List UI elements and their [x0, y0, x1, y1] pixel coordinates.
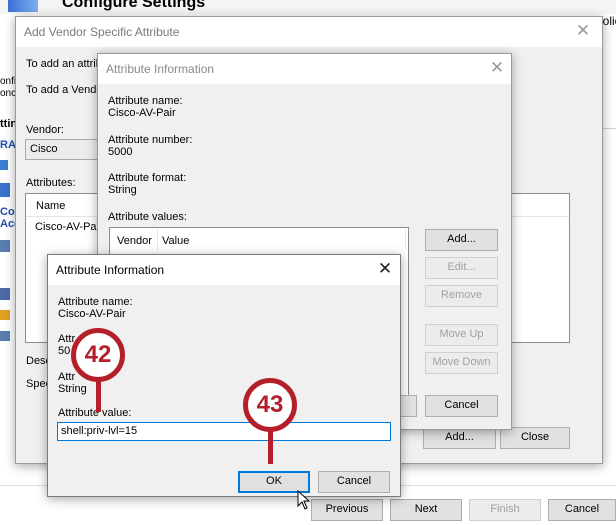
mouse-cursor-icon [297, 490, 311, 510]
attr-front-cancel-button[interactable]: Cancel [318, 471, 390, 493]
add-vsa-titlebar: Add Vendor Specific Attribute ✕ [16, 17, 602, 47]
vsa-instruction-2: To add a Vendo [26, 84, 103, 96]
next-button[interactable]: Next [390, 499, 462, 521]
attribute-value-input[interactable]: shell:priv-lvl=15 [57, 422, 391, 441]
wizard-left-icon-3 [0, 240, 10, 252]
attributes-row-name[interactable]: Cisco-AV-Pair [35, 221, 103, 233]
wizard-title: Configure Settings [62, 0, 206, 11]
finish-button: Finish [469, 499, 541, 521]
attr-front-name-label: Attribute name: [58, 296, 133, 308]
attr-back-moveup-button: Move Up [425, 324, 498, 346]
attr-back-close-icon[interactable]: ✕ [486, 57, 508, 79]
attr-back-name-label: Attribute name: [108, 95, 183, 107]
add-vsa-title: Add Vendor Specific Attribute [24, 25, 180, 39]
wizard-left-icon-5 [0, 310, 10, 320]
previous-button[interactable]: Previous [311, 499, 383, 521]
attr-back-format-value: String [108, 184, 137, 196]
vsa-instruction-1: To add an attrib [26, 58, 102, 70]
attr-front-value-label: Attribute value: [58, 407, 132, 419]
attr-front-titlebar: Attribute Information ✕ [48, 255, 400, 285]
callout-42: 42 [71, 328, 125, 382]
attr-back-edit-button: Edit... [425, 257, 498, 279]
callout-43-pointer [268, 430, 273, 464]
attr-back-movedown-button: Move Down [425, 352, 498, 374]
attr-back-ok-button-edge[interactable] [401, 395, 417, 417]
callout-43: 43 [243, 378, 297, 432]
attr-back-number-label: Attribute number: [108, 134, 193, 146]
attr-back-col-value: Value [162, 235, 190, 247]
vsa-add-button[interactable]: Add... [423, 427, 496, 449]
wizard-left-icon-4 [0, 288, 10, 300]
wizard-left-icon-6 [0, 331, 10, 341]
attr-back-cancel-button[interactable]: Cancel [425, 395, 498, 417]
attr-back-col-divider-2 [405, 230, 406, 250]
attributes-label: Attributes: [26, 177, 76, 189]
wizard-left-icon-2 [0, 183, 10, 197]
attr-front-close-icon[interactable]: ✕ [374, 258, 396, 280]
attr-front-title: Attribute Information [56, 263, 165, 277]
attr-back-add-button[interactable]: Add... [425, 229, 498, 251]
attr-back-col-divider [157, 230, 158, 250]
attr-back-title: Attribute Information [106, 62, 215, 76]
attr-front-name-value: Cisco-AV-Pair [58, 308, 126, 320]
attr-back-format-label: Attribute format: [108, 172, 187, 184]
attr-back-col-vendor: Vendor [117, 235, 152, 247]
attr-back-remove-button: Remove [425, 285, 498, 307]
callout-42-pointer [96, 380, 101, 412]
wizard-logo-icon [8, 0, 38, 12]
attr-back-number-value: 5000 [108, 146, 133, 158]
wizard-left-icon-1 [0, 160, 8, 170]
attr-back-titlebar: Attribute Information ✕ [98, 54, 511, 84]
attr-front-number-value: 50 [58, 345, 71, 357]
vendor-label: Vendor: [26, 124, 64, 136]
attr-back-values-label: Attribute values: [108, 211, 187, 223]
add-vsa-close-icon[interactable]: ✕ [572, 20, 594, 42]
wizard-cancel-button[interactable]: Cancel [548, 499, 616, 521]
attr-back-name-value: Cisco-AV-Pair [108, 107, 176, 119]
attr-front-format-value: String [58, 383, 87, 395]
attributes-col-name: Name [36, 200, 66, 212]
vsa-close-button[interactable]: Close [500, 427, 570, 449]
